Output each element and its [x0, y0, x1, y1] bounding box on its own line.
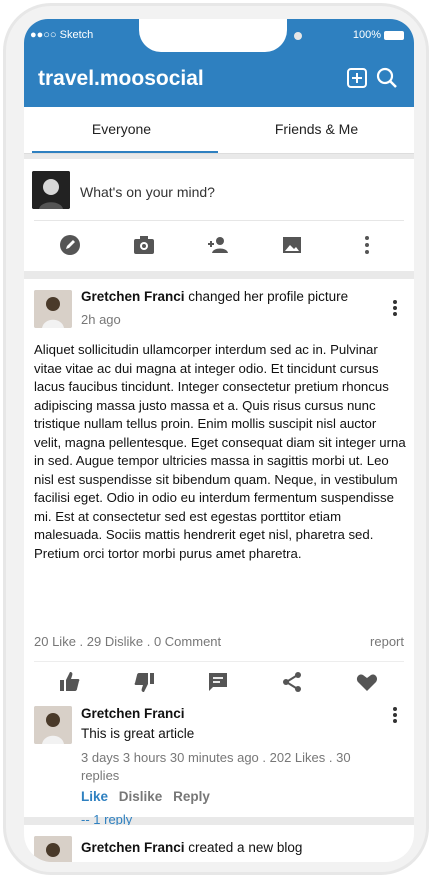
post-counts: 20 Like . 29 Dislike . 0 Comment	[34, 634, 222, 649]
report-link[interactable]: report	[370, 634, 404, 649]
post-composer: What's on your mind?	[24, 159, 414, 271]
search-icon[interactable]	[375, 66, 399, 90]
comment-icon[interactable]	[206, 670, 230, 694]
feed-post: Gretchen Franci changed her profile pict…	[24, 279, 414, 827]
photo-icon[interactable]	[280, 233, 304, 257]
comment-item: Gretchen Franci This is great article 3 …	[24, 703, 414, 827]
feed-tabs: Everyone Friends & Me	[24, 107, 414, 154]
more-options-icon[interactable]	[355, 233, 379, 257]
comment-author[interactable]: Gretchen Franci	[81, 706, 185, 721]
status-input-placeholder[interactable]: What's on your mind?	[80, 184, 215, 200]
post-menu-icon[interactable]	[392, 299, 398, 317]
tab-friends-me[interactable]: Friends & Me	[219, 121, 414, 137]
comment-actions: Like Dislike Reply	[81, 789, 217, 804]
comment-menu-icon[interactable]	[392, 706, 398, 724]
post2-author[interactable]: Gretchen Franci	[81, 840, 185, 855]
edit-icon[interactable]	[58, 233, 82, 257]
post-title: Gretchen Franci changed her profile pict…	[81, 289, 348, 304]
device-notch	[139, 19, 302, 52]
post2-action: created a new blog	[184, 840, 303, 855]
post2-title: Gretchen Franci created a new blog	[81, 840, 302, 855]
reply-button[interactable]: Reply	[173, 789, 210, 804]
comment-text: This is great article	[81, 726, 195, 741]
battery-icon	[384, 30, 404, 40]
tab-everyone[interactable]: Everyone	[24, 121, 219, 137]
tag-friend-icon[interactable]	[206, 233, 230, 257]
post-stats: 20 Like . 29 Dislike . 0 Comment report	[34, 634, 404, 649]
stats-divider	[34, 661, 404, 662]
camera-icon	[294, 32, 302, 40]
thumbs-up-icon[interactable]	[58, 670, 82, 694]
post-body: Aliquet sollicitudin ullamcorper interdu…	[34, 342, 406, 561]
status-carrier: ●●○○ Sketch	[30, 29, 94, 41]
post-author[interactable]: Gretchen Franci	[81, 289, 185, 304]
dislike-button[interactable]: Dislike	[119, 789, 163, 804]
author-avatar	[34, 290, 72, 328]
commenter-avatar	[34, 706, 72, 744]
author-avatar-2	[34, 836, 72, 862]
post-action: changed her profile picture	[184, 289, 349, 304]
app-title: travel.moosocial	[38, 67, 204, 90]
user-avatar	[32, 171, 70, 209]
share-icon[interactable]	[280, 670, 304, 694]
comment-meta: 3 days 3 hours 30 minutes ago . 202 Like…	[81, 750, 351, 783]
feed-post-2: Gretchen Franci created a new blog	[24, 825, 414, 862]
active-tab-indicator	[32, 151, 218, 153]
app-screen: ●●○○ Sketch 100% travel.moosocial Everyo…	[24, 19, 414, 862]
status-battery: 100%	[353, 29, 404, 41]
like-button[interactable]: Like	[81, 789, 108, 804]
thumbs-down-icon[interactable]	[132, 670, 156, 694]
composer-divider	[34, 220, 404, 221]
add-post-icon[interactable]	[345, 66, 369, 90]
post-time: 2h ago	[81, 312, 121, 327]
heart-icon[interactable]	[355, 670, 379, 694]
camera-icon[interactable]	[132, 233, 156, 257]
